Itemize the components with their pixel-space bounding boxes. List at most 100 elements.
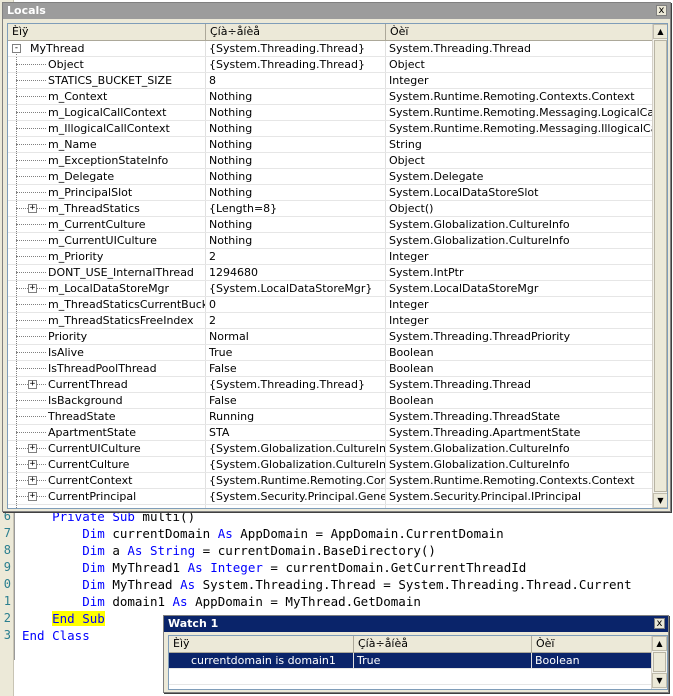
- watch-grid[interactable]: Èìÿ Çíà÷åíèå Òèï currentdomain is domain…: [168, 635, 668, 690]
- locals-value-cell[interactable]: Nothing: [206, 153, 386, 168]
- locals-value-cell[interactable]: Nothing: [206, 217, 386, 232]
- locals-row[interactable]: DONT_USE_InternalThread 1294680 System.Int…: [8, 265, 652, 281]
- locals-row[interactable]: + CurrentPrincipal {System.Security.Princi…: [8, 489, 652, 505]
- locals-value-cell[interactable]: 8: [206, 73, 386, 88]
- locals-value-cell[interactable]: "": [206, 505, 386, 508]
- watch-title-bar[interactable]: Watch 1 x: [164, 616, 668, 632]
- locals-value-cell[interactable]: Nothing: [206, 121, 386, 136]
- locals-value-cell[interactable]: {System.Globalization.CultureInfo}: [206, 457, 386, 472]
- locals-value-cell[interactable]: {Length=8}: [206, 201, 386, 216]
- locals-value-cell[interactable]: Normal: [206, 329, 386, 344]
- locals-row[interactable]: + CurrentCulture {System.Globalization.Cul…: [8, 457, 652, 473]
- locals-row[interactable]: + CurrentThread {System.Threading.Thread} S…: [8, 377, 652, 393]
- locals-row[interactable]: + m_LocalDataStoreMgr {System.LocalDataSto…: [8, 281, 652, 297]
- code-line[interactable]: Dim MyThread1 As Integer = currentDomain…: [22, 559, 632, 576]
- locals-value-cell[interactable]: {System.Runtime.Remoting.Context: [206, 473, 386, 488]
- locals-col-value[interactable]: Çíà÷åíèå: [206, 24, 386, 40]
- locals-row[interactable]: ApartmentState STA System.Threading.Apartm…: [8, 425, 652, 441]
- watch-empty-row[interactable]: [169, 669, 651, 685]
- locals-row[interactable]: m_ThreadStaticsCurrentBucket 0 Integer: [8, 297, 652, 313]
- locals-value-cell[interactable]: 2: [206, 249, 386, 264]
- locals-row[interactable]: IsBackground False Boolean: [8, 393, 652, 409]
- locals-title-bar[interactable]: Locals x: [3, 3, 670, 19]
- watch-value-cell[interactable]: True: [354, 653, 532, 668]
- locals-row[interactable]: m_ExceptionStateInfo Nothing Object: [8, 153, 652, 169]
- locals-row[interactable]: Priority Normal System.Threading.ThreadPri…: [8, 329, 652, 345]
- locals-type-cell: System.LocalDataStoreSlot: [389, 186, 539, 199]
- locals-row[interactable]: Object {System.Threading.Thread} Object: [8, 57, 652, 73]
- locals-row[interactable]: m_IllogicalCallContext Nothing System.Runt…: [8, 121, 652, 137]
- locals-row[interactable]: m_CurrentCulture Nothing System.Globalizat…: [8, 217, 652, 233]
- locals-row[interactable]: ThreadState Running System.Threading.Threa…: [8, 409, 652, 425]
- code-line[interactable]: Dim MyThread As System.Threading.Thread …: [22, 576, 631, 593]
- locals-row[interactable]: m_CurrentUICulture Nothing System.Globaliz…: [8, 233, 652, 249]
- watch-col-value[interactable]: Çíà÷åíèå: [354, 636, 532, 652]
- watch-col-name[interactable]: Èìÿ: [169, 636, 354, 652]
- locals-close-button[interactable]: x: [656, 5, 667, 16]
- watch-scroll-down-arrow-icon[interactable]: ▼: [652, 673, 667, 688]
- watch-scroll-up-arrow-icon[interactable]: ▲: [652, 636, 667, 651]
- locals-row[interactable]: STATICS_BUCKET_SIZE 8 Integer: [8, 73, 652, 89]
- locals-title: Locals: [7, 4, 46, 17]
- locals-scrollbar[interactable]: ▲ ▼: [652, 24, 667, 508]
- expand-icon[interactable]: +: [28, 444, 37, 453]
- watch-row[interactable]: currentdomain is domain1 True Boolean: [169, 653, 651, 669]
- watch-col-type[interactable]: Òèï: [532, 636, 651, 652]
- locals-value-cell[interactable]: False: [206, 361, 386, 376]
- locals-value-cell[interactable]: {System.Security.Principal.GenericPr: [206, 489, 386, 504]
- expand-icon[interactable]: +: [28, 380, 37, 389]
- locals-col-name[interactable]: Èìÿ: [8, 24, 206, 40]
- locals-row[interactable]: + CurrentContext {System.Runtime.Remoting.…: [8, 473, 652, 489]
- locals-row[interactable]: m_Priority 2 Integer: [8, 249, 652, 265]
- locals-row[interactable]: - MyThread {System.Threading.Thread} System…: [8, 41, 652, 57]
- locals-value-cell[interactable]: {System.Threading.Thread}: [206, 41, 386, 56]
- locals-row[interactable]: m_ThreadStaticsFreeIndex 2 Integer: [8, 313, 652, 329]
- locals-row[interactable]: m_LogicalCallContext Nothing System.Runtim…: [8, 105, 652, 121]
- locals-type-cell: System.Threading.ThreadState: [389, 410, 561, 423]
- watch-scroll-thumb[interactable]: [653, 652, 666, 672]
- watch-close-button[interactable]: x: [654, 618, 665, 629]
- locals-value-cell[interactable]: 2: [206, 313, 386, 328]
- scroll-down-arrow-icon[interactable]: ▼: [653, 493, 667, 508]
- locals-row[interactable]: m_PrincipalSlot Nothing System.LocalDataSt…: [8, 185, 652, 201]
- locals-value-cell[interactable]: Nothing: [206, 137, 386, 152]
- locals-row[interactable]: IsAlive True Boolean: [8, 345, 652, 361]
- scroll-up-arrow-icon[interactable]: ▲: [653, 24, 667, 39]
- locals-value-cell[interactable]: True: [206, 345, 386, 360]
- locals-value-cell[interactable]: Nothing: [206, 169, 386, 184]
- expand-icon[interactable]: +: [28, 284, 37, 293]
- locals-value-cell[interactable]: {System.Globalization.CultureInfo}: [206, 441, 386, 456]
- locals-value-cell[interactable]: Running: [206, 409, 386, 424]
- locals-row[interactable]: m_Delegate Nothing System.Delegate: [8, 169, 652, 185]
- locals-grid[interactable]: Èìÿ Çíà÷åíèå Òèï - MyThread {System.Thread…: [7, 23, 668, 509]
- locals-value-cell[interactable]: False: [206, 393, 386, 408]
- locals-value-cell[interactable]: 1294680: [206, 265, 386, 280]
- watch-scrollbar[interactable]: ▲ ▼: [651, 636, 667, 689]
- locals-row[interactable]: IsThreadPoolThread False Boolean: [8, 361, 652, 377]
- locals-value-cell[interactable]: Nothing: [206, 185, 386, 200]
- expand-icon[interactable]: +: [28, 204, 37, 213]
- locals-row[interactable]: Name ""String: [8, 505, 652, 508]
- code-line[interactable]: Dim domain1 As AppDomain = MyThread.GetD…: [22, 593, 632, 610]
- locals-value-cell[interactable]: Nothing: [206, 233, 386, 248]
- locals-row[interactable]: + CurrentUICulture {System.Globalization.C…: [8, 441, 652, 457]
- locals-col-type[interactable]: Òèï: [386, 24, 652, 40]
- watch-name-cell[interactable]: currentdomain is domain1: [169, 653, 354, 668]
- locals-row[interactable]: m_Name Nothing String: [8, 137, 652, 153]
- scroll-thumb[interactable]: [654, 40, 667, 492]
- code-line[interactable]: Dim a As String = currentDomain.BaseDire…: [22, 542, 632, 559]
- locals-row[interactable]: m_Context Nothing System.Runtime.Remoting.…: [8, 89, 652, 105]
- locals-value-cell[interactable]: {System.LocalDataStoreMgr}: [206, 281, 386, 296]
- expand-icon[interactable]: +: [28, 492, 37, 501]
- expand-icon[interactable]: +: [28, 460, 37, 469]
- locals-row[interactable]: + m_ThreadStatics {Length=8} Object(): [8, 201, 652, 217]
- expand-icon[interactable]: +: [28, 476, 37, 485]
- locals-value-cell[interactable]: 0: [206, 297, 386, 312]
- locals-value-cell[interactable]: STA: [206, 425, 386, 440]
- locals-value-cell[interactable]: {System.Threading.Thread}: [206, 57, 386, 72]
- tree-line: [16, 192, 46, 193]
- code-line[interactable]: Dim currentDomain As AppDomain = AppDoma…: [22, 525, 632, 542]
- locals-value-cell[interactable]: Nothing: [206, 89, 386, 104]
- locals-value-cell[interactable]: Nothing: [206, 105, 386, 120]
- locals-value-cell[interactable]: {System.Threading.Thread}: [206, 377, 386, 392]
